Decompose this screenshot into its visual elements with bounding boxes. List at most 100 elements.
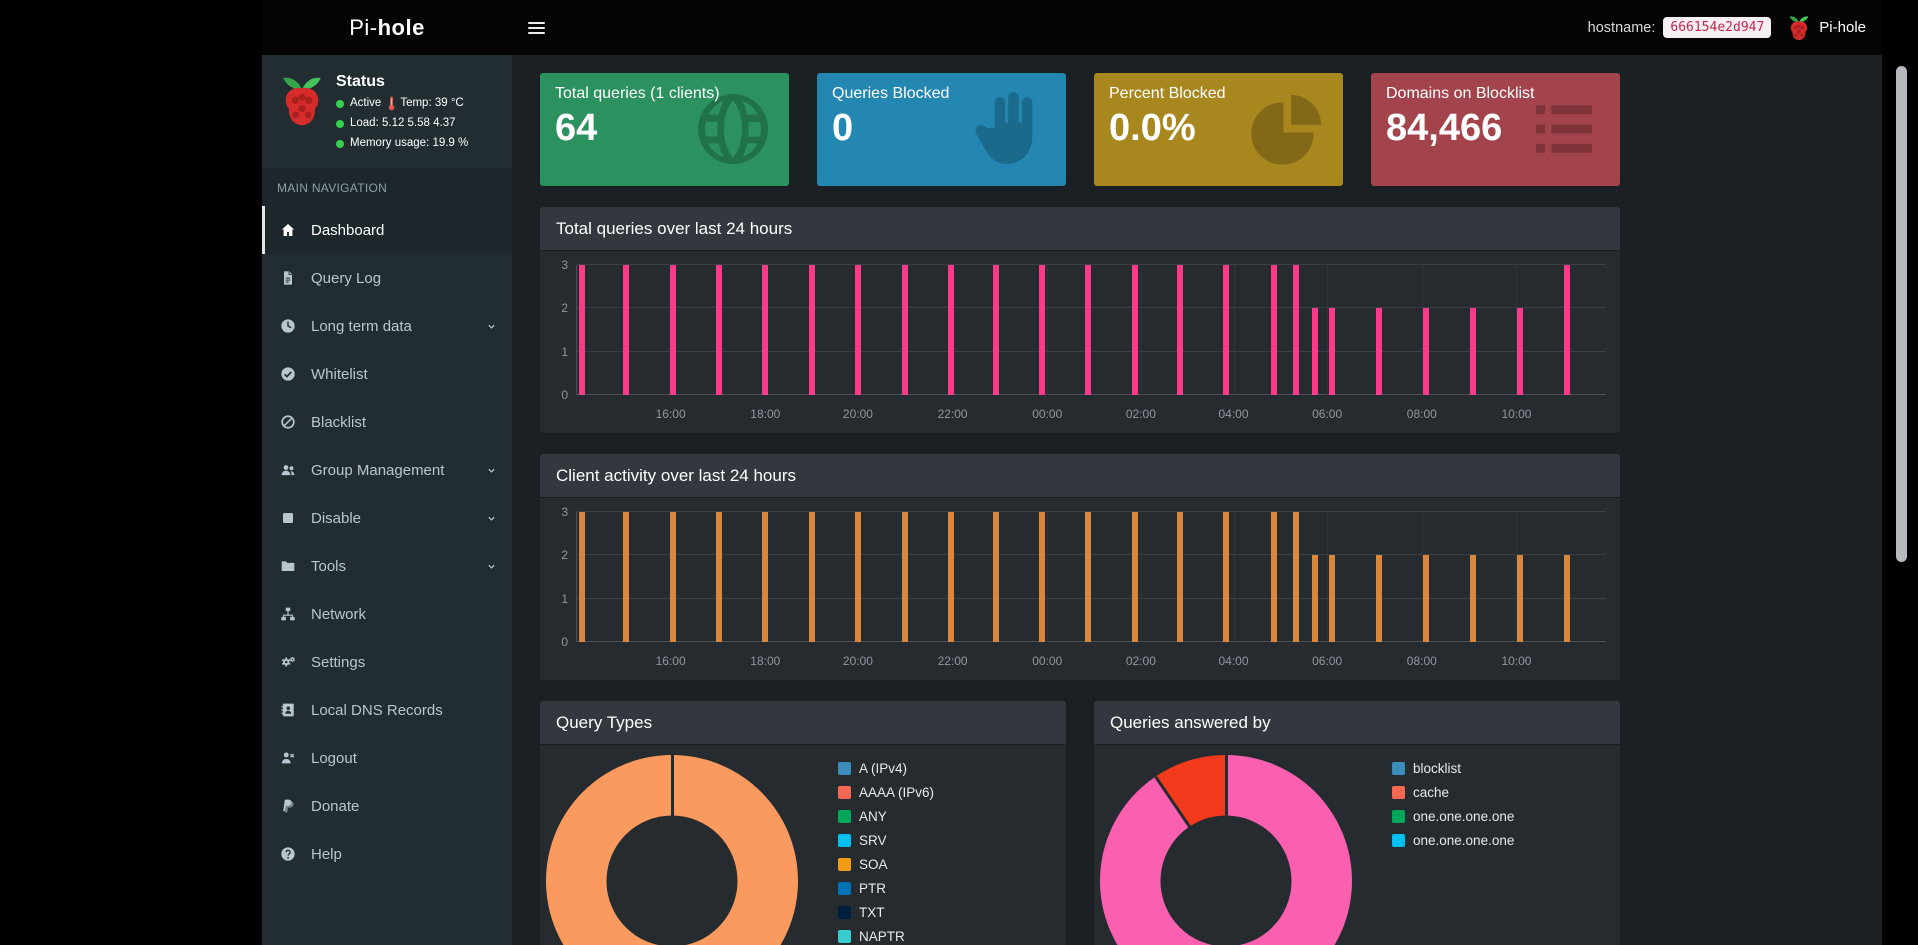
legend-label: TXT <box>859 905 885 920</box>
sidebar-item-dashboard[interactable]: Dashboard <box>262 206 512 255</box>
sidebar-toggle-button[interactable] <box>512 0 560 55</box>
bar <box>808 512 815 642</box>
scrollbar-thumb[interactable] <box>1896 66 1907 562</box>
sidebar-item-label: Tools <box>311 557 347 575</box>
thermometer-icon <box>385 96 396 111</box>
bottom-panels-row: Query Types A (IPv4) AAAA (IPv6) ANY SRV SOA… <box>540 701 1620 945</box>
legend-label: NAPTR <box>859 929 905 944</box>
panel-title: Query Types <box>540 701 1066 745</box>
bar <box>669 265 676 395</box>
bar <box>1375 308 1382 395</box>
bar <box>1329 308 1336 395</box>
y-tick-label: 3 <box>561 258 568 272</box>
main-content: Total queries (1 clients) 64 Queries Block… <box>512 55 1882 945</box>
legend-item[interactable]: PTR <box>838 881 934 896</box>
logo-suffix: hole <box>377 14 425 40</box>
bar <box>808 265 815 395</box>
sidebar-item-whitelist[interactable]: Whitelist <box>262 350 512 398</box>
legend-label: ANY <box>859 809 887 824</box>
y-tick-label: 1 <box>561 344 568 359</box>
sidebar-item-donate[interactable]: Donate <box>262 782 512 830</box>
sidebar-item-logout[interactable]: Logout <box>262 734 512 782</box>
sidebar-item-group-management[interactable]: Group Management <box>262 446 512 494</box>
legend-item[interactable]: ANY <box>838 809 934 824</box>
sidebar-item-local-dns-records[interactable]: Local DNS Records <box>262 686 512 734</box>
panel-title: Client activity over last 24 hours <box>540 454 1620 498</box>
legend-item[interactable]: blocklist <box>1392 761 1514 776</box>
legend-label: one.one.one.one <box>1413 833 1515 848</box>
y-tick-label: 0 <box>561 388 568 402</box>
bar <box>1293 265 1300 395</box>
chart-plot[interactable]: 0 1 2 3 16:00 18:00 20:00 22:00 00:00 02:00 04:00 0… <box>561 258 1606 421</box>
sidebar-item-label: Help <box>311 845 342 863</box>
file-icon <box>280 270 300 286</box>
stat-card-title: Percent Blocked <box>1109 85 1226 102</box>
sidebar-item-network[interactable]: Network <box>262 590 512 638</box>
status-load: Load: 5.12 5.58 4.37 <box>350 116 456 129</box>
h-gridline <box>577 394 1606 395</box>
sidebar-item-blacklist[interactable]: Blacklist <box>262 398 512 446</box>
sidebar-item-disable[interactable]: Disable <box>262 494 512 542</box>
bar <box>1470 555 1477 642</box>
sidebar-item-tools[interactable]: Tools <box>262 542 512 590</box>
nav-section-header: MAIN NAVIGATION <box>262 168 512 207</box>
legend-item[interactable]: SOA <box>838 857 934 872</box>
panel-title: Queries answered by <box>1094 701 1620 745</box>
legend-item[interactable]: one.one.one.one <box>1392 833 1514 848</box>
stat-card-title: Domains on Blocklist <box>1386 85 1535 102</box>
chart-legend: blocklist cache one.one.one.one one.one.one… <box>1392 761 1514 857</box>
stat-card-value: 84,466 <box>1386 107 1503 149</box>
sidebar-item-label: Query Log <box>311 269 382 287</box>
x-tick-label: 18:00 <box>750 407 781 421</box>
status-dot-icon <box>336 139 344 148</box>
status-info: Status Active Temp: 39 °C Load: 5.12 5.5… <box>336 73 468 152</box>
bar <box>1085 512 1092 642</box>
legend-item[interactable]: A (IPv4) <box>838 761 934 776</box>
chart-plot[interactable]: 0 1 2 3 16:00 18:00 20:00 22:00 00:00 02:00 04:00 0… <box>561 505 1606 668</box>
legend-item[interactable]: AAAA (IPv6) <box>838 785 934 800</box>
x-tick-label: 20:00 <box>842 654 873 668</box>
bar <box>854 265 861 395</box>
bar <box>1039 265 1046 395</box>
y-tick-label: 3 <box>561 505 568 519</box>
legend-item[interactable]: cache <box>1392 785 1514 800</box>
legend-item[interactable]: one.one.one.one <box>1392 809 1514 824</box>
sidebar-item-help[interactable]: Help <box>262 830 512 878</box>
stat-card-percent-blocked[interactable]: Percent Blocked 0.0% <box>1094 73 1343 186</box>
x-tick-label: 00:00 <box>1032 654 1063 668</box>
bar <box>579 265 586 395</box>
sidebar-item-settings[interactable]: Settings <box>262 638 512 686</box>
panel-total-queries: Total queries over last 24 hours 0 1 2 3 16:… <box>540 207 1620 433</box>
client-activity-bar-chart: 0 1 2 3 16:00 18:00 20:00 22:00 00:00 02:00 04:00 0… <box>540 498 1620 680</box>
bar <box>1223 512 1230 642</box>
folder-icon <box>280 558 300 574</box>
user-x-icon <box>280 750 300 766</box>
status-memory: Memory usage: 19.9 % <box>350 136 469 149</box>
topbar-main: hostname: 666154e2d947 Pi-hole <box>512 0 1882 55</box>
sidebar-item-label: Logout <box>311 749 357 767</box>
stat-card-total-queries-1-clients[interactable]: Total queries (1 clients) 64 <box>540 73 789 186</box>
legend-color-icon <box>838 858 851 871</box>
legend-label: AAAA (IPv6) <box>859 785 935 800</box>
v-gridline <box>1233 265 1235 395</box>
sidebar-nav: Dashboard Query Log Long term data Whitelis… <box>262 206 512 878</box>
sidebar-item-long-term-data[interactable]: Long term data <box>262 302 512 350</box>
hostname-value: 666154e2d947 <box>1663 17 1772 38</box>
app-logo[interactable]: Pi-hole <box>262 0 512 55</box>
stat-card-value: 0 <box>832 107 854 149</box>
legend-item[interactable]: NAPTR <box>838 929 934 944</box>
bar <box>1176 265 1183 395</box>
stat-card-domains-on-blocklist[interactable]: Domains on Blocklist 84,466 <box>1371 73 1620 186</box>
h-gridline <box>577 350 1606 352</box>
h-gridline <box>577 554 1606 556</box>
legend-label: SOA <box>859 857 888 872</box>
sidebar-item-label: Group Management <box>311 461 445 479</box>
sidebar-item-query-log[interactable]: Query Log <box>262 254 512 302</box>
legend-label: PTR <box>859 881 886 896</box>
stat-card-value: 64 <box>555 107 598 149</box>
legend-item[interactable]: TXT <box>838 905 934 920</box>
topbar: Pi-hole hostname: 666154e2d947 Pi-hole <box>262 0 1882 55</box>
x-tick-label: 22:00 <box>937 654 968 668</box>
legend-item[interactable]: SRV <box>838 833 934 848</box>
stat-card-queries-blocked[interactable]: Queries Blocked 0 <box>817 73 1066 186</box>
